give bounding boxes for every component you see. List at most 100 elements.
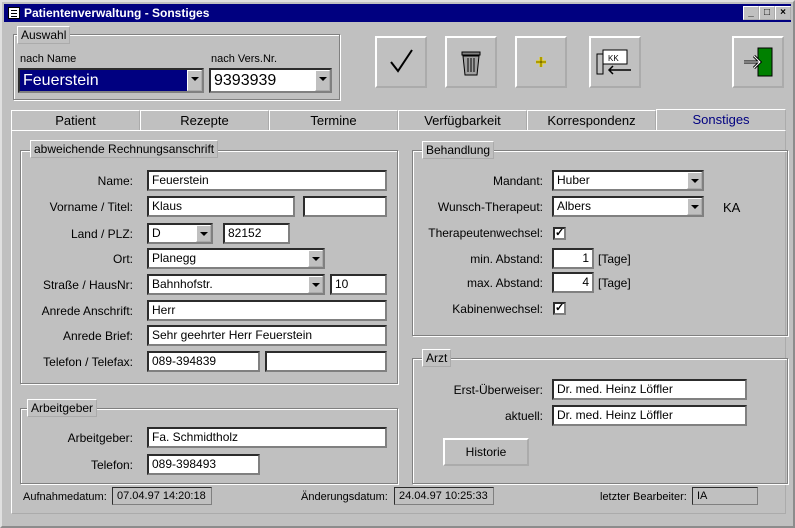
therapist-change-checkbox[interactable]: ✓ [553,227,566,240]
first-referrer-label: Erst-Überweiser: [453,383,543,397]
name-select-value: Feuerstein [23,72,99,89]
billing-phone-field[interactable]: 089-394839 [147,351,260,372]
max-gap-label: max. Abstand: [466,276,543,290]
chevron-down-icon[interactable] [308,250,323,267]
admission-date-label: Aufnahmedatum: [23,491,107,503]
employer-field[interactable]: Fa. Schmidtholz [147,427,387,448]
employer-label: Arbeitgeber: [67,431,133,445]
chevron-down-icon[interactable] [687,172,702,189]
street-label: Straße / HausNr: [42,278,133,292]
firstname-label: Vorname / Titel: [49,200,133,214]
check-icon [390,49,413,73]
plus-icon [536,57,546,67]
confirm-button[interactable] [375,36,427,88]
tab-label: Korrespondenz [547,113,636,128]
app-icon[interactable] [8,7,20,19]
salutation-address-label: Anrede Anschrift: [41,304,133,318]
tab-label: Verfügbarkeit [424,113,501,128]
salutation-letter-field[interactable]: Sehr geehrter Herr Feuerstein [147,325,387,346]
svg-text:KK: KK [608,54,619,63]
title-bar: Patientenverwaltung - Sonstiges _ □ × [4,4,791,22]
phone-fax-label: Telefon / Telefax: [43,355,133,369]
trash-icon [461,51,481,76]
tab-korrespondenz[interactable]: Korrespondenz [527,110,656,130]
employer-phone-field[interactable]: 089-398493 [147,454,260,475]
min-gap-unit: [Tage] [598,252,631,266]
max-gap-unit: [Tage] [598,276,631,290]
max-gap-field[interactable]: 4 [552,272,594,293]
billing-title-field[interactable] [303,196,387,217]
delete-button[interactable] [445,36,497,88]
billing-fax-field[interactable] [265,351,387,372]
last-editor-label: letzter Bearbeiter: [600,491,687,503]
country-zip-label: Land / PLZ: [70,227,133,241]
current-doctor-field[interactable]: Dr. med. Heinz Löffler [552,405,747,426]
window-title: Patientenverwaltung - Sonstiges [24,6,210,20]
billing-zip-field[interactable]: 82152 [223,223,290,244]
therapist-change-label: Therapeutenwechsel: [428,226,543,240]
billing-city-select[interactable]: Planegg [147,248,325,269]
new-button[interactable] [515,36,567,88]
chevron-down-icon[interactable] [196,225,211,242]
therapist-code: KA [723,200,741,215]
history-button[interactable]: Historie [443,438,529,466]
name-select[interactable]: Feuerstein [18,68,204,93]
billing-group-label: abweichende Rechnungsanschrift [30,140,219,158]
insurance-select[interactable]: 9393939 [209,68,332,93]
employer-group-label: Arbeitgeber [27,399,98,417]
cabin-change-checkbox[interactable]: ✓ [553,302,566,315]
billing-country-value: D [152,226,161,240]
main-window: Patientenverwaltung - Sonstiges _ □ × Au… [0,0,795,528]
by-name-label: nach Name [20,53,77,65]
therapist-label: Wunsch-Therapeut: [437,200,543,214]
therapist-select-value: Albers [557,199,592,213]
tab-label: Rezepte [180,113,229,128]
billing-city-value: Planegg [152,251,197,265]
client-select[interactable]: Huber [552,170,704,191]
billing-name-field[interactable]: Feuerstein [147,170,387,191]
client-select-value: Huber [557,173,590,187]
by-insurance-label: nach Vers.Nr. [211,53,278,65]
billing-firstname-field[interactable]: Klaus [147,196,295,217]
tab-verfuegbarkeit[interactable]: Verfügbarkeit [398,110,527,130]
maximize-button[interactable]: □ [759,6,775,20]
card-reader-button[interactable]: KK [589,36,641,88]
tab-label: Patient [55,113,96,128]
tab-label: Sonstiges [692,112,750,127]
changed-date-value: 24.04.97 10:25:33 [394,487,494,505]
last-editor-value: IA [692,487,758,505]
min-gap-label: min. Abstand: [470,252,543,266]
treatment-group-label: Behandlung [422,141,495,159]
tab-rezepte[interactable]: Rezepte [140,110,269,130]
client-label: Mandant: [492,174,543,188]
close-button[interactable]: × [775,6,791,20]
min-gap-field[interactable]: 1 [552,248,594,269]
cabin-change-label: Kabinenwechsel: [452,302,543,316]
tab-termine[interactable]: Termine [269,110,398,130]
tab-sonstiges[interactable]: Sonstiges [656,109,786,131]
chevron-down-icon[interactable] [687,198,702,215]
changed-date-label: Änderungsdatum: [301,491,388,503]
chevron-down-icon[interactable] [315,70,330,91]
salutation-address-field[interactable]: Herr [147,300,387,321]
billing-street-select[interactable]: Bahnhofstr. [147,274,325,295]
insurance-select-value: 9393939 [214,72,277,89]
chevron-down-icon[interactable] [308,276,323,293]
admission-date-value: 07.04.97 14:20:18 [112,487,212,505]
name-label: Name: [97,174,133,188]
salutation-letter-label: Anrede Brief: [62,329,133,343]
auswahl-group-label: Auswahl [17,26,71,44]
billing-street-value: Bahnhofstr. [152,277,213,291]
city-label: Ort: [113,252,133,266]
minimize-button[interactable]: _ [743,6,759,20]
tab-patient[interactable]: Patient [11,110,140,130]
card-reader-icon: KK [596,49,631,75]
current-doctor-label: aktuell: [504,409,543,423]
first-referrer-field[interactable]: Dr. med. Heinz Löffler [552,379,747,400]
billing-country-select[interactable]: D [147,223,213,244]
billing-house-number-field[interactable]: 10 [330,274,387,295]
chevron-down-icon[interactable] [187,70,202,91]
exit-door-icon [744,47,773,77]
therapist-select[interactable]: Albers [552,196,704,217]
exit-button[interactable] [732,36,784,88]
